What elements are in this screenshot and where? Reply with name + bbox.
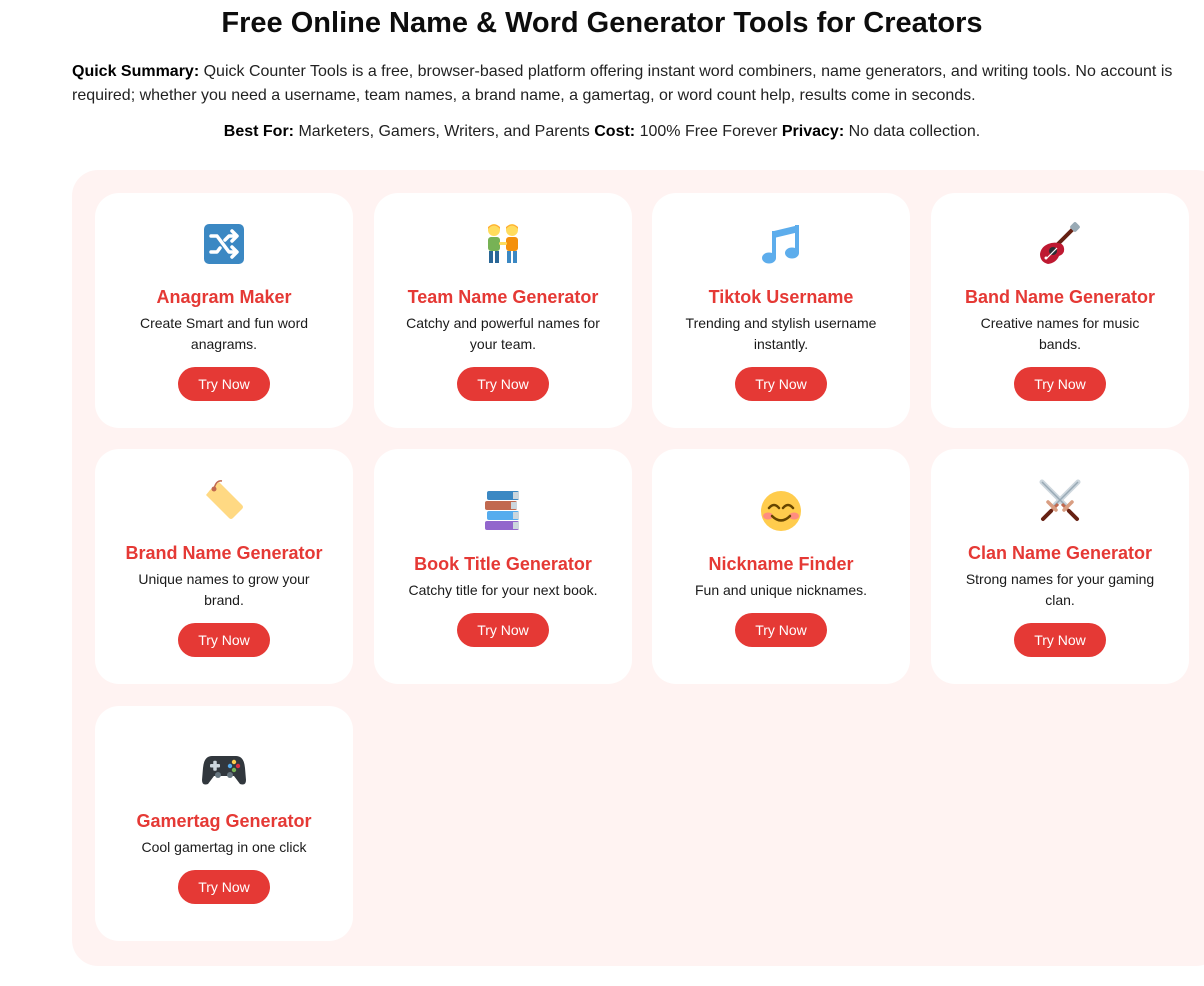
game-controller-icon <box>200 744 248 792</box>
tool-card-gamertag-generator: Gamertag Generator Cool gamertag in one … <box>95 706 353 941</box>
shuffle-icon <box>200 220 248 268</box>
label-tag-icon <box>200 476 248 524</box>
tool-card-team-name-generator: Team Name Generator Catchy and powerful … <box>374 193 632 428</box>
guitar-icon <box>1036 220 1084 268</box>
tool-description: Create Smart and fun word anagrams. <box>139 315 309 352</box>
try-now-button[interactable]: Try Now <box>178 869 270 904</box>
page-title: Free Online Name & Word Generator Tools … <box>221 7 983 39</box>
try-now-button[interactable]: Try Now <box>735 612 827 647</box>
cost-label: Cost: <box>594 123 636 140</box>
privacy-label: Privacy: <box>781 123 845 140</box>
tool-description: Strong names for your gaming clan. <box>965 571 1155 608</box>
tool-description: Catchy title for your next book. <box>408 581 598 598</box>
crossed-swords-icon <box>1036 476 1084 524</box>
page: Free Online Name & Word Generator Tools … <box>0 0 1204 986</box>
team-people-icon <box>479 220 527 268</box>
try-now-button[interactable]: Try Now <box>457 612 549 647</box>
tool-title: Brand Name Generator <box>125 543 323 563</box>
tool-card-book-title-generator: Book Title Generator Catchy title for yo… <box>374 449 632 684</box>
tool-title: Gamertag Generator <box>136 810 312 831</box>
tool-card-clan-name-generator: Clan Name Generator Strong names for you… <box>931 449 1189 684</box>
tool-title: Book Title Generator <box>414 553 592 574</box>
quick-summary: Quick Summary: Quick Counter Tools is a … <box>72 60 1187 108</box>
tool-title: Tiktok Username <box>708 287 854 307</box>
tool-description: Unique names to grow your brand. <box>138 571 310 608</box>
summary-label: Quick Summary: <box>72 63 200 80</box>
meta-line: Best For: Marketers, Gamers, Writers, an… <box>0 122 1204 142</box>
privacy-text: No data collection. <box>844 123 981 140</box>
books-icon <box>479 487 527 535</box>
tool-description: Creative names for music bands. <box>980 315 1140 352</box>
try-now-button[interactable]: Try Now <box>178 367 270 401</box>
tool-title: Clan Name Generator <box>967 543 1153 563</box>
tool-description: Trending and stylish username instantly. <box>685 315 877 352</box>
music-notes-icon <box>757 220 805 268</box>
tool-description: Catchy and powerful names for your team. <box>406 315 600 352</box>
best-for-text: Marketers, Gamers, Writers, and Parents <box>294 123 595 140</box>
tool-title: Team Name Generator <box>407 287 599 307</box>
cost-text: 100% Free Forever <box>635 123 782 140</box>
try-now-button[interactable]: Try Now <box>1014 623 1106 657</box>
try-now-button[interactable]: Try Now <box>457 367 549 401</box>
tool-card-nickname-finder: Nickname Finder Fun and unique nicknames… <box>652 449 910 684</box>
try-now-button[interactable]: Try Now <box>1014 367 1106 401</box>
try-now-button[interactable]: Try Now <box>735 367 827 401</box>
tool-title: Band Name Generator <box>964 287 1156 307</box>
tools-panel: Anagram Maker Create Smart and fun word … <box>72 170 1204 966</box>
tool-description: Fun and unique nicknames. <box>695 581 867 598</box>
tool-card-anagram-maker: Anagram Maker Create Smart and fun word … <box>95 193 353 428</box>
summary-text: Quick Counter Tools is a free, browser-b… <box>72 63 1173 104</box>
smiling-face-icon <box>757 487 805 535</box>
tool-card-brand-name-generator: Brand Name Generator Unique names to gro… <box>95 449 353 684</box>
tool-card-band-name-generator: Band Name Generator Creative names for m… <box>931 193 1189 428</box>
tool-card-tiktok-username: Tiktok Username Trending and stylish use… <box>652 193 910 428</box>
best-for-label: Best For: <box>223 123 295 140</box>
tool-description: Cool gamertag in one click <box>141 838 307 855</box>
tool-title: Anagram Maker <box>156 287 292 307</box>
try-now-button[interactable]: Try Now <box>178 623 270 657</box>
tool-title: Nickname Finder <box>708 553 854 574</box>
